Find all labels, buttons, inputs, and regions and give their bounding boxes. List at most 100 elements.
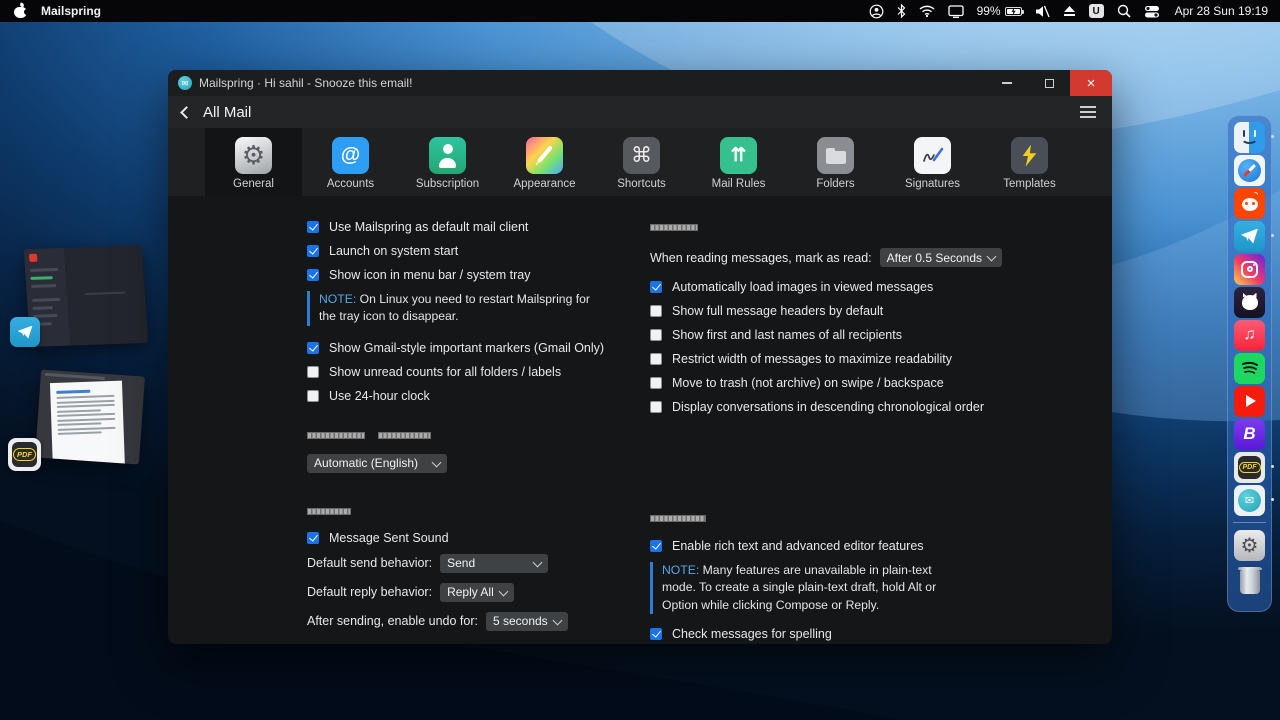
undo-send-dropdown[interactable]: 5 seconds (485, 611, 568, 631)
dock-b-app[interactable]: B (1233, 418, 1266, 450)
checkbox-unread-counts[interactable]: Show unread counts for all folders / lab… (307, 364, 643, 380)
running-indicator (1271, 135, 1274, 138)
b-app-icon: B (1234, 418, 1265, 450)
dock-apple-music[interactable]: ♫ (1233, 319, 1266, 351)
dock-telegram[interactable] (1233, 220, 1274, 252)
mark-as-read-label: When reading messages, mark as read: (650, 250, 872, 265)
tab-mail-rules[interactable]: ⇈ Mail Rules (690, 128, 787, 196)
window-titlebar[interactable]: ✉ Mailspring · Hi sahil - Snooze this em… (168, 70, 1112, 96)
telegram-app-badge-icon[interactable] (10, 317, 40, 347)
minimized-pdf-document-preview[interactable] (35, 369, 145, 465)
running-indicator (1271, 498, 1274, 501)
checkbox-gmail-markers[interactable]: Show Gmail-style important markers (Gmai… (307, 340, 643, 356)
back-to-all-mail[interactable]: All Mail (203, 104, 251, 121)
dock-safari[interactable] (1233, 154, 1266, 186)
dock-spotify[interactable] (1233, 352, 1266, 384)
tab-accounts[interactable]: @ Accounts (302, 128, 399, 196)
finder-icon (1234, 121, 1265, 153)
tray-note: NOTE: On Linux you need to restart Mails… (307, 291, 607, 326)
person-icon (429, 137, 466, 174)
dock-reddit[interactable] (1233, 187, 1266, 219)
language-section-header-redacted (307, 428, 643, 442)
pdf-badge-label: PDF (13, 448, 36, 461)
control-center-icon[interactable] (1144, 5, 1160, 18)
language-dropdown[interactable]: Automatic (English) (307, 453, 447, 473)
spotify-icon (1234, 352, 1265, 384)
mailspring-window-icon: ✉ (178, 76, 192, 90)
display-icon[interactable] (947, 4, 964, 18)
keyboard-layout-indicator[interactable]: U (1088, 4, 1104, 18)
signature-pen-icon (914, 137, 951, 174)
tab-general[interactable]: ⚙ General (205, 128, 302, 196)
minimized-telegram-window-preview[interactable] (23, 245, 149, 347)
dock-youtube[interactable] (1233, 385, 1266, 417)
mark-as-read-dropdown[interactable]: After 0.5 Seconds (879, 248, 1003, 267)
checkbox-unchecked-icon (650, 401, 662, 413)
dock-finder[interactable] (1233, 121, 1274, 153)
settings-gear-icon: ⚙ (1234, 529, 1265, 561)
checkbox-checked-icon (650, 627, 662, 640)
dock-instagram[interactable] (1233, 253, 1266, 285)
window-title: Mailspring · Hi sahil - Snooze this emai… (199, 76, 413, 90)
youtube-play-icon (1234, 385, 1265, 417)
telegram-icon (1234, 220, 1265, 252)
maximize-button[interactable] (1028, 70, 1070, 96)
volume-muted-icon[interactable] (1035, 5, 1050, 18)
checkbox-first-last-names[interactable]: Show first and last names of all recipie… (650, 327, 986, 343)
checkbox-rich-text[interactable]: Enable rich text and advanced editor fea… (650, 538, 986, 554)
mailspring-preferences-window: ✉ Mailspring · Hi sahil - Snooze this em… (168, 70, 1112, 644)
menu-hamburger-icon[interactable] (1080, 106, 1096, 118)
reply-behavior-dropdown[interactable]: Reply All (440, 582, 514, 602)
tab-signatures[interactable]: Signatures (884, 128, 981, 196)
music-note-icon: ♫ (1234, 319, 1265, 351)
tab-subscription[interactable]: Subscription (399, 128, 496, 196)
plain-text-note: NOTE: Many features are unavailable in p… (650, 562, 966, 614)
wifi-icon[interactable] (919, 5, 935, 17)
tab-templates[interactable]: Templates (981, 128, 1078, 196)
checkbox-unchecked-icon (307, 365, 319, 378)
checkbox-full-headers[interactable]: Show full message headers by default (650, 303, 986, 319)
paintbrush-icon (526, 137, 563, 174)
checkbox-unchecked-icon (650, 377, 662, 389)
checkbox-descending-order[interactable]: Display conversations in descending chro… (650, 399, 986, 415)
running-indicator (1271, 465, 1274, 468)
tab-shortcuts[interactable]: ⌘ Shortcuts (593, 128, 690, 196)
checkbox-restrict-width[interactable]: Restrict width of messages to maximize r… (650, 351, 986, 367)
checkbox-show-tray-icon[interactable]: Show icon in menu bar / system tray (307, 267, 643, 283)
send-behavior-dropdown[interactable]: Send (440, 553, 549, 573)
tab-folders[interactable]: Folders (787, 128, 884, 196)
reading-section-header-redacted (650, 220, 986, 234)
tab-appearance[interactable]: Appearance (496, 128, 593, 196)
checkbox-auto-load-images[interactable]: Automatically load images in viewed mess… (650, 279, 986, 295)
battery-charging-icon (1004, 6, 1024, 16)
minimize-button[interactable] (986, 70, 1028, 96)
eject-icon[interactable] (1063, 5, 1076, 17)
pdf-icon: PDF (1234, 451, 1265, 483)
menubar-clock[interactable]: Apr 28 Sun 19:19 (1175, 4, 1268, 18)
close-button[interactable]: × (1070, 70, 1112, 96)
dock-separator (1233, 522, 1266, 523)
battery-indicator[interactable]: 99% (977, 4, 1024, 18)
checkbox-checked-icon (307, 531, 319, 544)
right-settings-column: When reading messages, mark as read: Aft… (650, 196, 1003, 644)
bluetooth-icon[interactable] (897, 4, 906, 18)
dock-mailspring[interactable]: ✉ (1233, 484, 1274, 516)
apple-menu-icon[interactable] (14, 2, 30, 19)
dock-github[interactable] (1233, 286, 1266, 318)
checkbox-default-mail-client[interactable]: Use Mailspring as default mail client (307, 219, 643, 235)
user-account-icon[interactable] (869, 4, 884, 19)
pdf-app-badge-icon[interactable]: PDF (8, 438, 41, 471)
dock-system-settings[interactable]: ⚙ (1233, 529, 1266, 561)
checkbox-24-hour-clock[interactable]: Use 24-hour clock (307, 388, 643, 404)
dock-trash[interactable] (1233, 566, 1266, 598)
at-sign-icon: @ (332, 137, 369, 174)
back-chevron-icon[interactable] (180, 105, 193, 119)
checkbox-launch-on-start[interactable]: Launch on system start (307, 243, 643, 259)
checkbox-message-sent-sound[interactable]: Message Sent Sound (307, 530, 643, 546)
dock: ♫ B PDF ✉ ⚙ (1227, 115, 1274, 612)
menubar-app-name[interactable]: Mailspring (41, 4, 101, 18)
checkbox-spelling[interactable]: Check messages for spelling (650, 626, 986, 642)
checkbox-move-to-trash[interactable]: Move to trash (not archive) on swipe / b… (650, 375, 986, 391)
search-icon[interactable] (1117, 4, 1131, 18)
dock-pdf-reader[interactable]: PDF (1233, 451, 1274, 483)
